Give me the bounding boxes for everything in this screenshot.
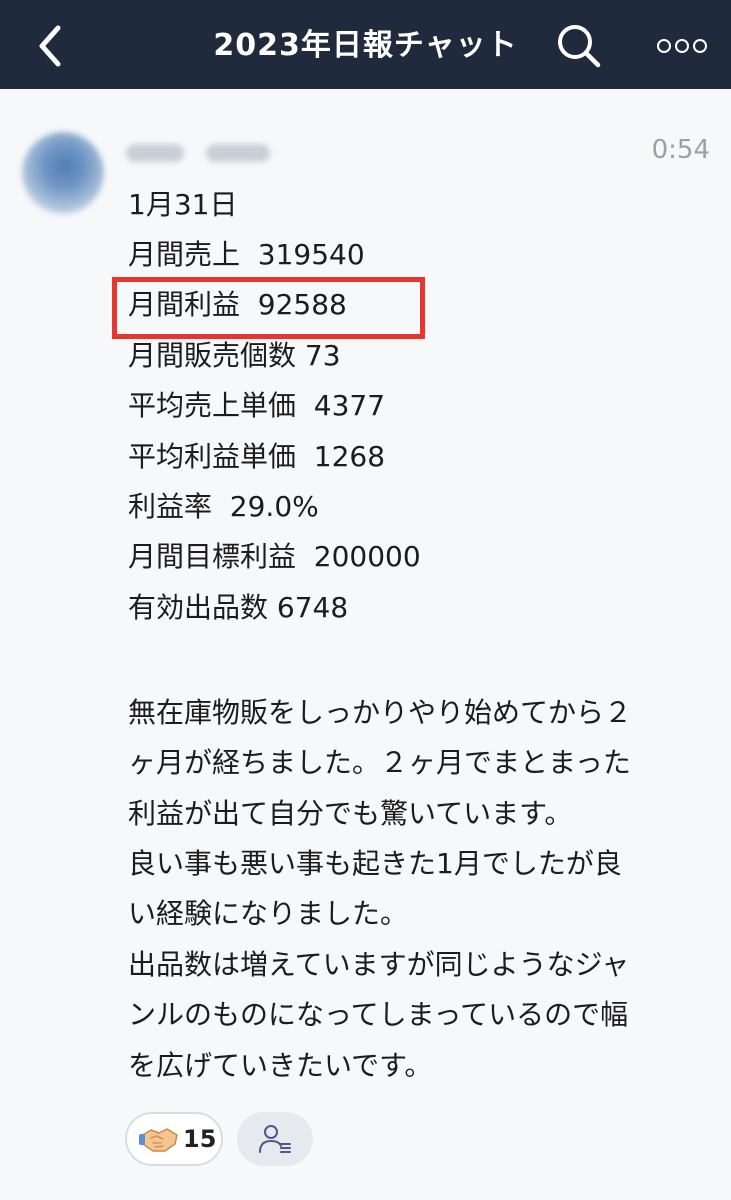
- header-bar: 2023年日報チャット: [0, 0, 731, 89]
- read-status-icon: [259, 1125, 291, 1153]
- message-body-line: 無在庫物販をしっかりやり始めてから２: [128, 696, 633, 729]
- stat-line: 平均売上単価 4377: [128, 389, 386, 422]
- more-options-button[interactable]: [650, 28, 714, 64]
- reaction-count: 15: [183, 1125, 217, 1153]
- message-body-line: ヶ月が経ちました。２ヶ月でまとまった: [128, 746, 631, 779]
- stat-line: 1月31日: [128, 188, 238, 221]
- message-body-line: 出品数は増えていますが同じようなジャ: [128, 948, 630, 981]
- more-options-icon: [657, 39, 707, 53]
- reaction-handshake-button[interactable]: 15: [125, 1112, 223, 1166]
- chevron-left-icon: [39, 25, 61, 67]
- stat-line: 月間販売個数 73: [128, 339, 341, 372]
- read-status-button[interactable]: [237, 1112, 313, 1166]
- stat-line: 月間売上 319540: [128, 238, 365, 271]
- back-button[interactable]: [26, 16, 78, 76]
- message-body-line: ンルのものになってしまっているので幅: [128, 998, 629, 1031]
- stat-line: 平均利益単価 1268: [128, 440, 386, 473]
- stat-line: 利益率 29.0%: [128, 490, 319, 523]
- sender-avatar[interactable]: [22, 132, 104, 214]
- stat-line: 有効出品数 6748: [128, 591, 349, 624]
- search-button[interactable]: [551, 18, 607, 74]
- message-body-line: を広げていきたいです。: [128, 1049, 433, 1082]
- message-body-line: 良い事も悪い事も起きた1月でしたが良: [128, 847, 622, 880]
- message-body-line: 利益が出て自分でも驚いています。: [128, 797, 573, 830]
- sender-name-blurred: [126, 138, 276, 168]
- stat-line: 月間目標利益 200000: [128, 540, 421, 573]
- chat-title: 2023年日報チャット: [213, 28, 518, 63]
- profit-highlight-box: [112, 277, 425, 339]
- message-body-line: い経験になりました。: [128, 897, 409, 930]
- message-time: 0:54: [651, 135, 710, 165]
- search-icon: [558, 25, 601, 68]
- handshake-icon: [139, 1128, 178, 1152]
